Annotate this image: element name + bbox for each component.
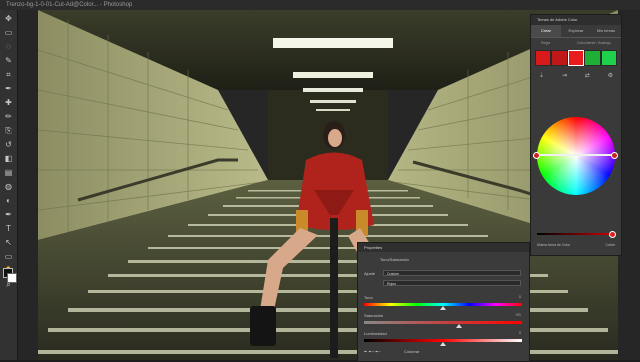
adobe-color-themes-panel: Temas de Adobe Color Crear Explorar Mis … [530,14,622,256]
save-theme-button[interactable]: Cubrir [605,243,615,247]
theme-swatch[interactable] [535,50,552,66]
background-color-swatch[interactable] [7,273,17,283]
color-handle-left[interactable] [533,152,540,159]
type-tool-icon[interactable]: T [3,223,14,234]
harmony-line [535,154,617,156]
tools-panel: ✥▭◌✎⌗✒✚✏⎘↺◧▤◍◐✒T↖▭✋⌕ [0,10,18,360]
eyedropper-tool-icon[interactable]: ✒ [3,83,14,94]
brush-tool-icon[interactable]: ✏ [3,111,14,122]
tab-my-themes[interactable]: Mis temas [591,25,621,37]
rule-label[interactable]: Regla [541,41,550,45]
add-swatch-icon[interactable]: ⇣ [539,72,544,79]
preset-select[interactable]: Custom [383,270,521,276]
pen-tool-icon[interactable]: ✒ [3,209,14,220]
lightness-label: Luminosidad [364,331,387,336]
properties-title: Properties [358,243,529,252]
properties-panel: Properties Tono/Saturación Ajuste Custom… [357,242,530,362]
tab-create[interactable]: Crear [531,25,561,37]
color-handle-right[interactable] [611,152,618,159]
saturation-slider[interactable] [364,321,522,324]
theme-swatch[interactable] [567,50,585,66]
theme-swatch[interactable] [600,50,618,66]
brightness-slider-knob[interactable] [609,231,616,238]
dodge-tool-icon[interactable]: ◐ [3,195,14,206]
clone-tool-icon[interactable]: ⎘ [3,125,14,136]
hue-value[interactable]: 0 [519,295,521,299]
hue-label: Tono [364,295,373,300]
tab-explore[interactable]: Explorar [561,25,591,37]
theme-name-label[interactable]: Mismo tema de Color [537,243,570,247]
healing-tool-icon[interactable]: ✚ [3,97,14,108]
saturation-value[interactable]: +21 [515,313,521,317]
rule-value[interactable]: Coincidente / Análogo [577,41,611,45]
lightness-slider-knob[interactable] [440,342,446,346]
brightness-slider[interactable] [537,233,611,235]
quick-select-tool-icon[interactable]: ✎ [3,55,14,66]
saturation-label: Saturación [364,313,384,318]
path-select-tool-icon[interactable]: ↖ [3,237,14,248]
settings-icon[interactable]: ⚙ [608,72,613,79]
panel-title: Temas de Adobe Color [531,15,621,25]
lightness-value[interactable]: 0 [519,331,521,335]
colorize-label[interactable]: Colorear [404,349,419,354]
history-brush-tool-icon[interactable]: ↺ [3,139,14,150]
import-icon[interactable]: ⇥ [562,72,567,79]
lasso-tool-icon[interactable]: ◌ [3,41,14,52]
theme-swatch[interactable] [551,50,568,66]
eraser-tool-icon[interactable]: ◧ [3,153,14,164]
crop-tool-icon[interactable]: ⌗ [3,69,14,80]
swap-icon[interactable]: ⇄ [585,72,590,79]
preset-label: Ajuste [364,271,376,276]
window-title: Trenzo-bg-1-0-01-Cut-Ad@Color... - Photo… [0,0,640,10]
channel-select[interactable]: Rojos [383,280,521,286]
eyedropper-icons[interactable]: ✒ ✒+ ✒− [364,349,381,354]
move-tool-icon[interactable]: ✥ [3,13,14,24]
marquee-tool-icon[interactable]: ▭ [3,27,14,38]
blur-tool-icon[interactable]: ◍ [3,181,14,192]
color-wheel[interactable] [537,117,615,195]
gradient-tool-icon[interactable]: ▤ [3,167,14,178]
hue-slider-knob[interactable] [440,306,446,310]
shape-tool-icon[interactable]: ▭ [3,251,14,262]
theme-swatch[interactable] [584,50,601,66]
saturation-slider-knob[interactable] [455,324,462,328]
adjustment-layer-label: Tono/Saturación [380,257,409,262]
